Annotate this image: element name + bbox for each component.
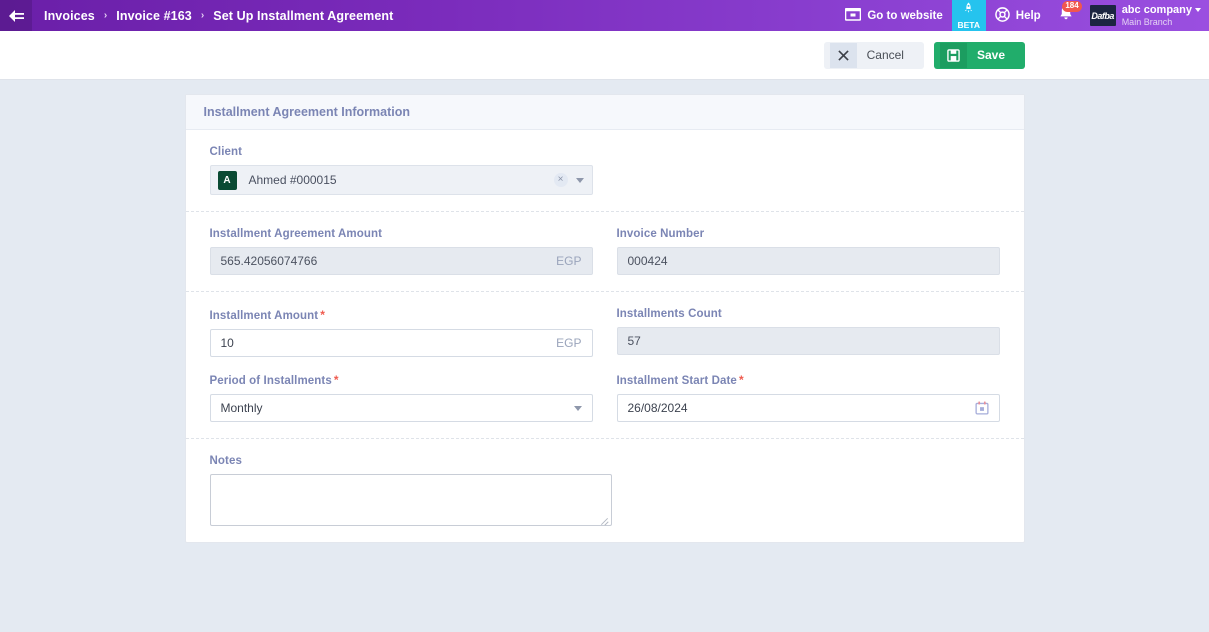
breadcrumb-separator-icon: ›	[200, 10, 205, 21]
save-label: Save	[976, 48, 1005, 62]
breadcrumb-item-invoices[interactable]: Invoices	[44, 9, 95, 23]
help-label: Help	[1015, 9, 1041, 22]
field-invoice-number: Invoice Number 000424	[605, 228, 1012, 275]
resize-handle-icon[interactable]	[599, 514, 609, 524]
agreement-amount-currency: EGP	[556, 254, 582, 268]
notification-count-badge: 184	[1062, 1, 1082, 12]
section-notes: Notes	[186, 439, 1024, 542]
lifebuoy-icon	[994, 6, 1010, 25]
chevron-down-icon	[573, 405, 582, 411]
agreement-amount-input: 565.42056074766 EGP	[209, 247, 593, 275]
storefront-icon	[845, 7, 862, 24]
breadcrumb: Invoices › Invoice #163 › Set Up Install…	[44, 9, 393, 23]
company-name-label: abc company	[1121, 4, 1192, 16]
floppy-disk-icon	[939, 42, 967, 68]
avatar: A	[217, 170, 237, 190]
help-button[interactable]: Help	[986, 0, 1050, 31]
company-menu-button[interactable]: Dafba abc company Main Branch	[1086, 0, 1209, 31]
installments-count-label: Installments Count	[616, 308, 722, 320]
company-logo: Dafba	[1089, 5, 1116, 26]
collapse-sidebar-icon[interactable]	[0, 0, 32, 31]
go-to-website-label: Go to website	[867, 9, 943, 22]
section-client: Client A Ahmed #000015 ×	[185, 130, 1024, 212]
breadcrumb-item-current-page: Set Up Installment Agreement	[213, 8, 394, 23]
breadcrumb-item-invoice-163[interactable]: Invoice #163	[116, 9, 192, 23]
topbar-right-actions: Go to website BETA Help 184 Dafba abc co…	[836, 0, 1209, 31]
field-client-spacer	[605, 146, 1012, 195]
invoice-number-label: Invoice Number	[616, 228, 705, 240]
period-select[interactable]: Monthly	[209, 394, 593, 422]
cancel-label: Cancel	[866, 48, 904, 62]
client-select[interactable]: A Ahmed #000015 ×	[209, 165, 593, 195]
beta-button[interactable]: BETA	[951, 0, 986, 31]
company-logo-text: Dafba	[1091, 10, 1114, 21]
beta-label: BETA	[957, 19, 981, 30]
required-asterisk: *	[333, 373, 339, 387]
calendar-icon[interactable]	[974, 401, 989, 415]
notes-label: Notes	[209, 455, 242, 467]
installment-agreement-card: Installment Agreement Information Client…	[184, 94, 1025, 543]
breadcrumb-separator-icon: ›	[103, 10, 108, 21]
invoice-number-input: 000424	[616, 247, 1000, 275]
card-body: Client A Ahmed #000015 × Installment Agr…	[185, 130, 1024, 542]
card-title: Installment Agreement Information	[185, 95, 1024, 130]
client-selected-value: Ahmed #000015	[248, 173, 337, 187]
field-client: Client A Ahmed #000015 ×	[198, 146, 605, 195]
field-notes-spacer	[605, 455, 1012, 526]
installment-amount-input[interactable]: 10 EGP	[209, 329, 593, 357]
save-button[interactable]: Save	[933, 41, 1025, 69]
notifications-button[interactable]: 184	[1050, 0, 1086, 31]
go-to-website-button[interactable]: Go to website	[836, 0, 951, 31]
start-date-label: Installment Start Date *	[616, 373, 744, 387]
section-installment-details: Installment Amount * 10 EGP Installments …	[185, 292, 1024, 439]
action-toolbar: Cancel Save	[0, 31, 1209, 80]
cancel-button[interactable]: Cancel	[823, 41, 924, 69]
required-asterisk: *	[738, 373, 744, 387]
period-label: Period of Installments *	[209, 373, 339, 387]
section-amounts: Installment Agreement Amount 565.4205607…	[185, 212, 1024, 292]
start-date-value: 26/08/2024	[627, 401, 688, 415]
field-notes: Notes	[198, 455, 612, 526]
installment-amount-label: Installment Amount *	[209, 308, 325, 322]
page-content: Installment Agreement Information Client…	[0, 80, 1209, 632]
required-asterisk: *	[320, 308, 325, 322]
clear-selection-icon[interactable]: ×	[553, 173, 568, 187]
company-info: abc company Main Branch	[1122, 4, 1201, 27]
client-label: Client	[209, 146, 243, 158]
agreement-amount-label: Installment Agreement Amount	[209, 228, 383, 240]
installments-count-value: 57	[627, 334, 641, 348]
field-agreement-amount: Installment Agreement Amount 565.4205607…	[198, 228, 605, 275]
field-installment-amount: Installment Amount * 10 EGP	[198, 308, 605, 357]
installments-count-input: 57	[616, 327, 1000, 355]
period-selected-value: Monthly	[220, 401, 263, 415]
field-installments-count: Installments Count 57	[605, 308, 1012, 357]
chevron-down-icon	[1195, 8, 1201, 13]
rocket-icon	[962, 2, 975, 20]
chevron-down-icon[interactable]	[575, 177, 584, 183]
installment-amount-value: 10	[220, 336, 234, 350]
top-navigation-bar: Invoices › Invoice #163 › Set Up Install…	[0, 0, 1209, 31]
start-date-input[interactable]: 26/08/2024	[616, 394, 1000, 422]
agreement-amount-value: 565.42056074766	[220, 254, 318, 268]
close-icon	[829, 42, 857, 68]
invoice-number-value: 000424	[627, 254, 668, 268]
field-period-of-installments: Period of Installments * Monthly	[198, 373, 605, 422]
company-branch-label: Main Branch	[1121, 16, 1173, 27]
field-start-date: Installment Start Date * 26/08/2024	[605, 373, 1012, 422]
client-select-controls: ×	[553, 173, 586, 187]
installment-amount-currency: EGP	[556, 336, 582, 350]
notes-textarea[interactable]	[209, 474, 612, 526]
